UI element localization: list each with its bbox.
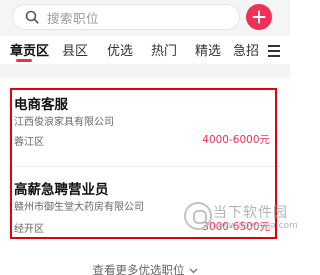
tab-urgent[interactable]: 急招 [233, 40, 261, 59]
tab-featured[interactable]: 优选 [107, 40, 133, 59]
search-bar[interactable]: 搜索职位 [12, 4, 240, 30]
top-bar: 搜索职位 [0, 0, 290, 36]
row-divider [10, 166, 280, 167]
plus-icon [252, 10, 266, 24]
job-title: 电商客服 [14, 97, 68, 113]
tab-hot[interactable]: 热门 [151, 40, 177, 59]
job-title: 高薪急聘营业员 [14, 182, 109, 198]
more-jobs-link[interactable]: 查看更多优选职位 [0, 262, 290, 275]
active-tab-indicator [16, 59, 32, 62]
watermark-url: www.downxia.com [214, 221, 298, 231]
district-tabs: 章贡区 县区 优选 热门 精选 急招 [0, 36, 290, 64]
tab-selected[interactable]: 精选 [195, 40, 221, 59]
search-icon [19, 4, 45, 30]
job-card[interactable]: 电商客服 江西俊浪家具有限公司 蓉江区 4000-6000元 [10, 88, 280, 167]
job-salary: 4000-6000元 [202, 134, 270, 146]
search-placeholder: 搜索职位 [47, 10, 100, 26]
watermark: 当下软件园 www.downxia.com [178, 200, 298, 260]
tab-zhanggong[interactable]: 章贡区 [10, 40, 49, 59]
job-district: 经开区 [14, 224, 44, 235]
watermark-logo-icon [184, 202, 212, 230]
watermark-text: 当下软件园 [213, 205, 288, 221]
menu-icon[interactable] [267, 44, 281, 58]
chevron-down-icon [189, 263, 198, 275]
add-button[interactable] [246, 4, 272, 30]
section-divider [0, 64, 290, 78]
company-name: 江西俊浪家具有限公司 [14, 117, 114, 128]
company-name: 赣州市御生堂大药房有限公司 [14, 202, 144, 213]
tab-county[interactable]: 县区 [62, 40, 88, 59]
job-district: 蓉江区 [14, 137, 44, 148]
more-jobs-label: 查看更多优选职位 [92, 263, 185, 275]
